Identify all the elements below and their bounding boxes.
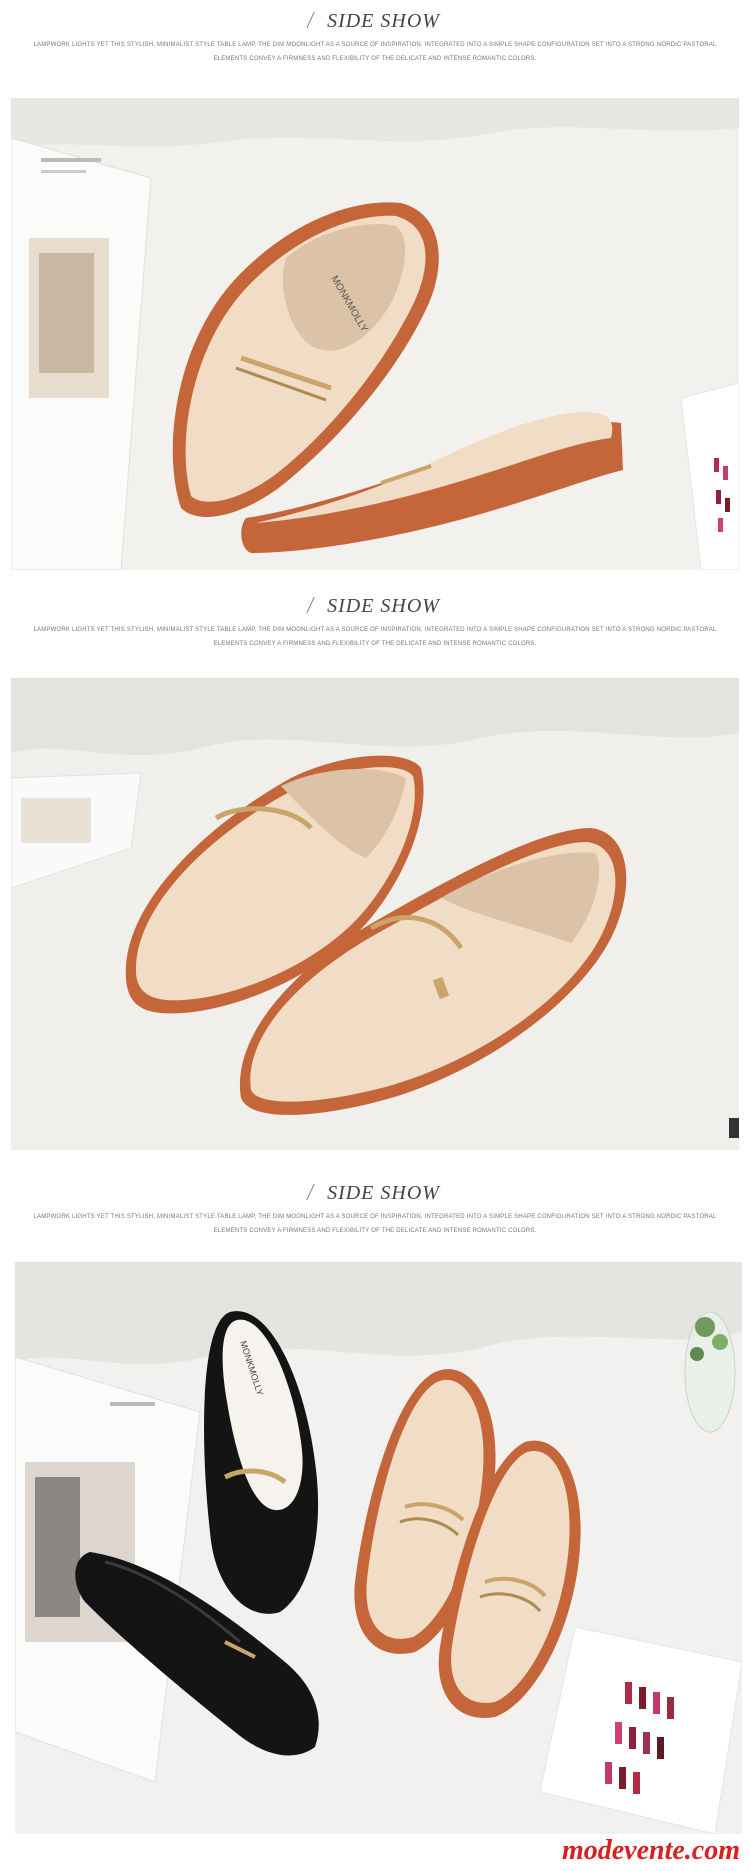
section-description-line-2: ELEMENTS CONVEY A FIRMNESS AND FLEXIBILI… — [213, 641, 537, 647]
product-photo-3: MONKMOLLY — [15, 1262, 742, 1834]
section-description-line-2: ELEMENTS CONVEY A FIRMNESS AND FLEXIBILI… — [213, 56, 537, 62]
section-description-line-2: ELEMENTS CONVEY A FIRMNESS AND FLEXIBILI… — [213, 1228, 537, 1234]
section-title: SIDE SHOW — [0, 595, 750, 618]
section-description-line-1: LAMPWORK LIGHTS YET THIS STYLISH, MINIMA… — [33, 1214, 717, 1220]
section-header-2: SIDE SHOW LAMPWORK LIGHTS YET THIS STYLI… — [0, 595, 750, 649]
section-title-text: SIDE SHOW — [327, 1182, 440, 1204]
slash-decoration-icon — [306, 1184, 329, 1200]
plant-vase-image — [684, 1311, 736, 1433]
section-header-3: SIDE SHOW LAMPWORK LIGHTS YET THIS STYLI… — [0, 1182, 750, 1236]
section-description-line-1: LAMPWORK LIGHTS YET THIS STYLISH, MINIMA… — [33, 42, 717, 48]
product-photo-1: MONKMOLLY — [11, 98, 739, 570]
section-title-text: SIDE SHOW — [327, 595, 440, 617]
section-header-1: SIDE SHOW LAMPWORK LIGHTS YET THIS STYLI… — [0, 10, 750, 64]
product-photo-2 — [11, 678, 739, 1150]
slash-decoration-icon — [306, 597, 329, 613]
section-title: SIDE SHOW — [0, 10, 750, 33]
watermark-text: modevente.com — [561, 1835, 740, 1866]
slash-decoration-icon — [306, 12, 329, 28]
section-description-line-1: LAMPWORK LIGHTS YET THIS STYLISH, MINIMA… — [33, 627, 717, 633]
section-title-text: SIDE SHOW — [327, 10, 440, 32]
section-title: SIDE SHOW — [0, 1182, 750, 1205]
